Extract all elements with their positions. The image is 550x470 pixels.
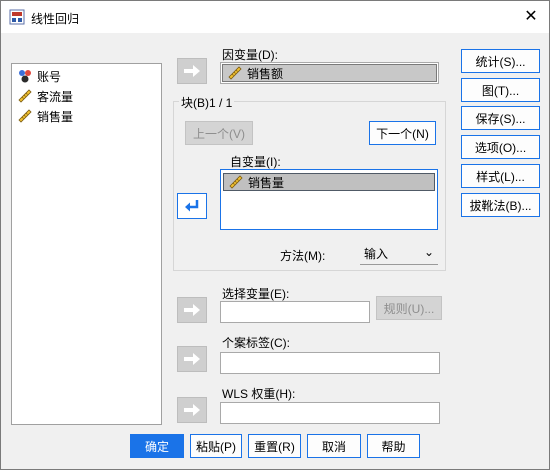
plots-button[interactable]: 图(T)...	[461, 78, 540, 102]
rule-button[interactable]: 规则(U)...	[376, 296, 442, 320]
method-label: 方法(M):	[280, 249, 326, 263]
paste-button[interactable]: 粘贴(P)	[190, 434, 242, 458]
independent-label: 自变量(I):	[230, 155, 281, 169]
dependent-label: 因变量(D):	[222, 48, 278, 62]
list-item[interactable]: 销售量	[17, 107, 73, 125]
title-bar: 线性回归 ✕	[1, 1, 549, 33]
next-block-button[interactable]: 下一个(N)	[369, 121, 436, 145]
source-variable-list[interactable]: 账号 客流量 销售量	[11, 63, 162, 425]
scale-ruler-icon	[18, 109, 32, 123]
list-item[interactable]: 客流量	[17, 87, 73, 105]
list-item[interactable]: 账号	[17, 67, 61, 85]
return-arrow-icon	[185, 200, 199, 212]
dependent-variable[interactable]: 销售额	[222, 64, 437, 82]
previous-block-button[interactable]: 上一个(V)	[185, 121, 253, 145]
reset-button[interactable]: 重置(R)	[248, 434, 301, 458]
arrow-right-icon	[184, 304, 200, 316]
selection-variable-field[interactable]	[220, 301, 370, 323]
nominal-variable-icon	[19, 70, 31, 83]
independent-variable-label: 销售量	[248, 175, 285, 190]
statistics-button[interactable]: 统计(S)...	[461, 49, 540, 73]
block-label: 块(B)1 / 1	[179, 94, 235, 111]
bootstrap-button[interactable]: 拔靴法(B)...	[461, 193, 540, 217]
ok-button[interactable]: 确定	[130, 434, 184, 458]
arrow-right-icon	[184, 353, 200, 365]
options-button[interactable]: 选项(O)...	[461, 135, 540, 159]
variable-label: 销售量	[37, 109, 74, 124]
move-independent-button[interactable]	[177, 193, 207, 219]
help-button[interactable]: 帮助	[367, 434, 420, 458]
app-icon	[9, 9, 25, 25]
scale-ruler-icon	[18, 89, 32, 103]
move-dependent-button[interactable]	[177, 58, 207, 84]
move-case-label-button[interactable]	[177, 346, 207, 372]
chevron-down-icon: ⌄	[423, 244, 434, 259]
method-value: 输入	[364, 247, 389, 261]
move-wls-button[interactable]	[177, 397, 207, 423]
window-title: 线性回归	[31, 12, 80, 26]
dependent-field[interactable]: 销售额	[220, 62, 439, 84]
cancel-button[interactable]: 取消	[307, 434, 361, 458]
selection-variable-label: 选择变量(E):	[222, 287, 290, 301]
wls-weight-field[interactable]	[220, 402, 440, 424]
wls-weight-label: WLS 权重(H):	[222, 387, 296, 401]
case-label-label: 个案标签(C):	[222, 336, 290, 350]
close-icon[interactable]: ✕	[521, 7, 541, 27]
save-button[interactable]: 保存(S)...	[461, 106, 540, 130]
linear-regression-dialog: 线性回归 ✕ 账号 客流量 销售量 因变量(D): 销售额 块(B)1 / 1 …	[0, 0, 550, 470]
arrow-right-icon	[184, 404, 200, 416]
independent-list[interactable]: 销售量	[220, 169, 438, 230]
independent-variable[interactable]: 销售量	[223, 173, 435, 191]
scale-ruler-icon	[228, 66, 242, 80]
dependent-variable-label: 销售额	[247, 66, 284, 81]
variable-label: 客流量	[37, 89, 74, 104]
scale-ruler-icon	[229, 175, 243, 189]
method-select[interactable]: 输入 ⌄	[360, 243, 438, 265]
move-selection-button[interactable]	[177, 297, 207, 323]
variable-label: 账号	[37, 69, 62, 84]
style-button[interactable]: 样式(L)...	[461, 164, 540, 188]
arrow-right-icon	[184, 65, 200, 77]
case-label-field[interactable]	[220, 352, 440, 374]
